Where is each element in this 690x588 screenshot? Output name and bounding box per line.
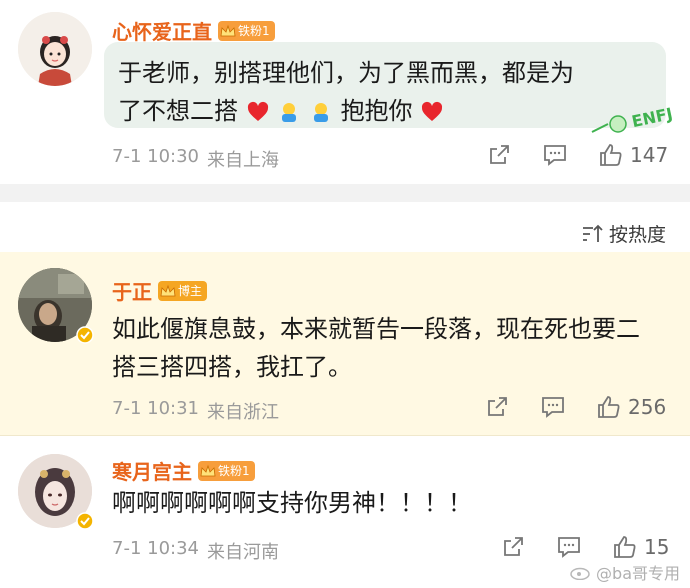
badge-label: 铁粉1 [238, 24, 270, 38]
comment-actions: 256 [484, 394, 666, 420]
fan-badge: 铁粉1 [218, 20, 275, 41]
comment-header: 寒月宫主 铁粉1 [112, 456, 255, 485]
sort-by-hot-button[interactable]: 按热度 [581, 220, 666, 247]
like-count: 256 [628, 395, 667, 419]
comment-text: 如此偃旗息鼓，本来就暂告一段落，现在死也要二搭三搭四搭，我扛了。 [112, 315, 640, 381]
share-button[interactable] [484, 394, 510, 420]
share-icon [490, 145, 509, 164]
share-icon [504, 537, 523, 556]
reply-button[interactable] [556, 534, 582, 560]
comment-header: 于正 博主 [112, 276, 208, 305]
watermark: @ba哥专用 [570, 560, 680, 584]
comment-meta: 7-1 10:30 来自上海 [112, 146, 279, 172]
comment-icon [558, 537, 580, 558]
comment-icon [542, 397, 564, 418]
reply-button[interactable] [540, 394, 566, 420]
timestamp: 7-1 10:31 [112, 398, 199, 419]
location: 来自河南 [207, 542, 279, 563]
comment-text-line2-wrap: 了不想二搭 抱抱你 [118, 92, 652, 130]
enfj-sticker: ENFJ [591, 104, 674, 133]
comment-text-line1: 于老师，别搭理他们，为了黑而黑，都是为 [118, 59, 574, 87]
share-icon [488, 397, 507, 416]
comment-header: 心怀爱正直 铁粉1 [112, 16, 275, 45]
hug-icon [282, 103, 297, 122]
sticker-text: ENFJ [630, 104, 674, 131]
username[interactable]: 心怀爱正直 [112, 16, 212, 45]
timestamp: 7-1 10:30 [112, 146, 199, 167]
crown-icon [220, 24, 236, 36]
comment-bubble: 于老师，别搭理他们，为了黑而黑，都是为 了不想二搭 抱抱你 [104, 42, 666, 128]
crown-icon [200, 464, 216, 476]
like-button[interactable]: 147 [598, 142, 668, 168]
crown-icon [160, 284, 176, 296]
thumbs-up-icon [600, 144, 622, 166]
comment-actions: 15 [500, 534, 669, 560]
verified-icon [76, 326, 94, 344]
share-button[interactable] [500, 534, 526, 560]
comment-meta: 7-1 10:31 来自浙江 [112, 398, 279, 424]
sort-bar: 按热度 [0, 202, 690, 252]
avatar-girl-illustration [18, 12, 92, 86]
location: 来自上海 [207, 150, 279, 171]
fan-badge: 铁粉1 [198, 460, 255, 481]
heart-icon [247, 101, 268, 121]
badge-label: 博主 [178, 284, 203, 298]
thumbs-up-icon [614, 536, 636, 558]
section-divider [0, 184, 690, 202]
timestamp: 7-1 10:34 [112, 538, 199, 559]
like-count: 147 [630, 143, 669, 167]
avatar[interactable] [18, 12, 92, 86]
like-count: 15 [644, 535, 670, 559]
comment-item: 心怀爱正直 铁粉1 于老师，别搭理他们，为了黑而黑，都是为 了不想二搭 抱抱你 … [0, 0, 690, 184]
comment-item: 寒月宫主 铁粉1 啊啊啊啊啊啊支持你男神！！！！ 7-1 10:34 来自河南 … [0, 436, 690, 588]
heart-icon [422, 101, 443, 121]
reply-button[interactable] [542, 142, 568, 168]
comment-text: 啊啊啊啊啊啊支持你男神！！！！ [112, 489, 472, 517]
share-button[interactable] [486, 142, 512, 168]
like-button[interactable]: 256 [596, 394, 666, 420]
weibo-logo-icon [570, 567, 590, 580]
comment-text-line2: 了不想二搭 [118, 97, 238, 125]
comment-text-tail: 抱抱你 [340, 97, 413, 125]
like-button[interactable]: 15 [612, 534, 669, 560]
verified-icon [76, 512, 94, 530]
watermark-text: @ba哥专用 [596, 564, 680, 583]
thumbs-up-icon [598, 396, 620, 418]
location: 来自浙江 [207, 402, 279, 423]
username[interactable]: 于正 [112, 276, 152, 305]
sort-label: 按热度 [608, 224, 666, 246]
hug-icon [313, 103, 328, 122]
author-badge: 博主 [158, 280, 208, 301]
comment-meta: 7-1 10:34 来自河南 [112, 538, 279, 564]
comment-item-highlighted: 于正 博主 如此偃旗息鼓，本来就暂告一段落，现在死也要二搭三搭四搭，我扛了。 7… [0, 252, 690, 436]
comment-icon [544, 145, 566, 166]
comment-actions: 147 [486, 142, 668, 168]
username[interactable]: 寒月宫主 [112, 456, 192, 485]
badge-label: 铁粉1 [218, 464, 250, 478]
sort-icon [582, 224, 603, 242]
